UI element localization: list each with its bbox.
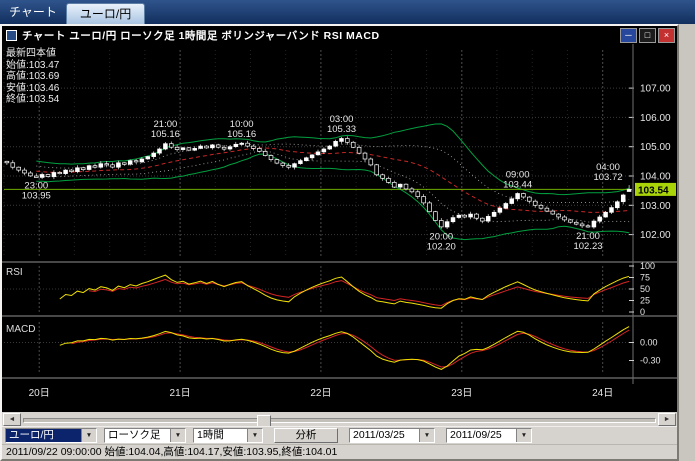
date-to-value: 2011/09/25	[447, 429, 516, 442]
svg-text:105.33: 105.33	[327, 124, 356, 135]
svg-text:23日: 23日	[451, 388, 472, 399]
svg-text:50: 50	[640, 284, 650, 294]
dropdown-arrow-icon[interactable]: ▼	[170, 429, 185, 442]
svg-text:103.72: 103.72	[593, 172, 622, 183]
svg-text:103.00: 103.00	[640, 201, 671, 212]
interval-value: 1時間	[194, 429, 247, 442]
svg-text:102.00: 102.00	[640, 230, 671, 241]
date-to-select[interactable]: 2011/09/25 ▼	[446, 428, 532, 443]
svg-text:106.00: 106.00	[640, 113, 671, 124]
currency-pair-select[interactable]: ユーロ/円 ▼	[5, 428, 97, 443]
svg-text:103.95: 103.95	[22, 190, 51, 201]
window-icon	[6, 30, 17, 41]
svg-text:0: 0	[640, 307, 645, 317]
svg-text:22日: 22日	[310, 388, 331, 399]
chart-menu-label[interactable]: チャート	[0, 0, 66, 24]
svg-text:103.44: 103.44	[503, 179, 532, 190]
window-titlebar[interactable]: チャート ユーロ/円 ローソク足 1時間足 ボリンジャーバンド RSI MACD…	[2, 26, 677, 44]
close-button[interactable]: ×	[658, 28, 675, 43]
dropdown-arrow-icon[interactable]: ▼	[516, 429, 531, 442]
dropdown-arrow-icon[interactable]: ▼	[419, 429, 434, 442]
svg-text:-0.30: -0.30	[640, 356, 661, 366]
svg-text:100: 100	[640, 261, 655, 271]
scrollbar-track[interactable]	[23, 418, 656, 423]
chart-type-value: ローソク足	[105, 429, 170, 442]
svg-text:105.16: 105.16	[227, 129, 256, 140]
tab-bar: チャート ユーロ/円	[0, 0, 695, 24]
status-text: 2011/09/22 09:00:00 始値:104.04,高値:104.17,…	[6, 446, 337, 458]
scroll-right-button[interactable]: ►	[658, 413, 676, 426]
svg-text:0.00: 0.00	[640, 338, 658, 348]
svg-text:105.00: 105.00	[640, 142, 671, 153]
window-title: チャート ユーロ/円 ローソク足 1時間足 ボリンジャーバンド RSI MACD	[22, 28, 618, 43]
trading-app: チャート ユーロ/円 チャート ユーロ/円 ローソク足 1時間足 ボリンジャーバ…	[0, 0, 695, 461]
minimize-button[interactable]: ─	[620, 28, 637, 43]
interval-select[interactable]: 1時間 ▼	[193, 428, 263, 443]
svg-text:20日: 20日	[29, 388, 50, 399]
time-scrollbar: ◄ ►	[2, 412, 677, 426]
svg-text:21日: 21日	[170, 388, 191, 399]
svg-text:75: 75	[640, 273, 650, 283]
mdi-scroll-strip	[678, 24, 695, 461]
maximize-button[interactable]: □	[639, 28, 656, 43]
currency-pair-value: ユーロ/円	[6, 429, 81, 442]
scroll-left-button[interactable]: ◄	[3, 413, 21, 426]
svg-text:102.23: 102.23	[573, 241, 602, 252]
analyze-button[interactable]: 分析	[274, 428, 338, 443]
svg-text:25: 25	[640, 296, 650, 306]
svg-text:RSI: RSI	[6, 267, 23, 278]
chart-toolbar: ユーロ/円 ▼ ローソク足 ▼ 1時間 ▼ 分析 2011/03/25 ▼ 20…	[2, 426, 677, 444]
date-from-select[interactable]: 2011/03/25 ▼	[349, 428, 435, 443]
svg-text:102.20: 102.20	[427, 242, 456, 253]
svg-text:MACD: MACD	[6, 324, 35, 335]
dropdown-arrow-icon[interactable]: ▼	[247, 429, 262, 442]
svg-text:103.54: 103.54	[638, 185, 669, 196]
tab-eurjpy[interactable]: ユーロ/円	[66, 3, 145, 24]
dropdown-arrow-icon[interactable]: ▼	[81, 429, 96, 442]
date-from-value: 2011/03/25	[350, 429, 419, 442]
svg-text:105.16: 105.16	[151, 129, 180, 140]
svg-text:104.00: 104.00	[640, 172, 671, 183]
chart-window: チャート ユーロ/円 ローソク足 1時間足 ボリンジャーバンド RSI MACD…	[0, 24, 679, 461]
svg-text:107.00: 107.00	[640, 84, 671, 95]
status-bar: 2011/09/22 09:00:00 始値:104.04,高値:104.17,…	[2, 444, 677, 459]
svg-text:24日: 24日	[592, 388, 613, 399]
chart-region: 107.00 106.00 105.00 104.00 103.00 102.00 20日 2…	[2, 44, 677, 412]
candlestick-chart[interactable]: 107.00 106.00 105.00 104.00 103.00 102.00 20日 2…	[2, 44, 677, 412]
chart-type-select[interactable]: ローソク足 ▼	[104, 428, 186, 443]
